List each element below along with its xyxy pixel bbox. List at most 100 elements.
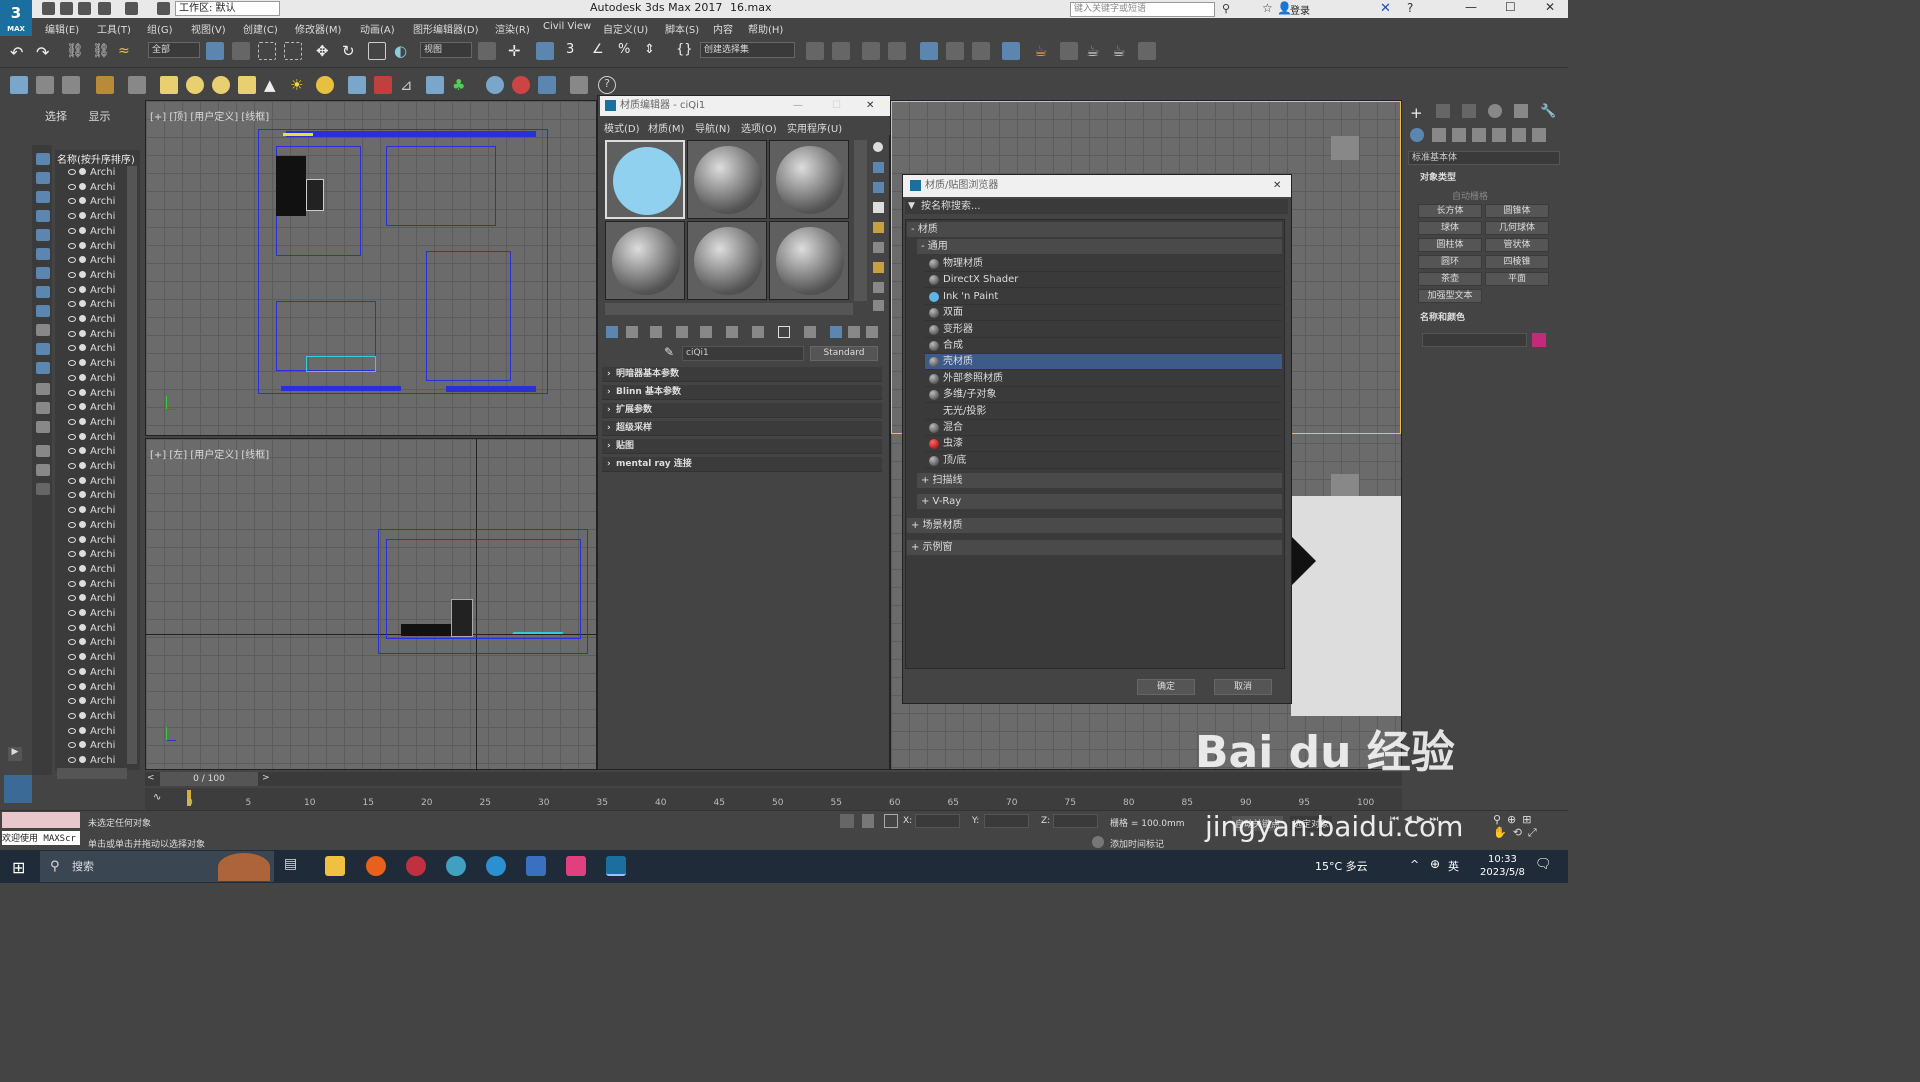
exchange-icon[interactable]: ✕	[1380, 1, 1391, 16]
browser-list-item[interactable]: 顶/底	[925, 453, 1282, 469]
app-icon-3[interactable]	[526, 856, 546, 876]
browser-list-item[interactable]: DirectX Shader	[925, 272, 1282, 289]
firefox-icon[interactable]	[366, 856, 386, 876]
freeze-dot-icon[interactable]	[79, 667, 86, 675]
sample-slot-2[interactable]	[687, 140, 767, 219]
scale-icon[interactable]	[368, 42, 386, 60]
visibility-eye-icon[interactable]	[68, 698, 76, 705]
toggle-ribbon-icon[interactable]	[888, 42, 906, 60]
add-time-tag[interactable]: 添加时间标记	[1110, 837, 1164, 850]
browser-list-item[interactable]: 外部参照材质	[925, 371, 1282, 387]
geometry-icon[interactable]	[1410, 128, 1424, 142]
visibility-eye-icon[interactable]	[68, 286, 76, 293]
freeze-dot-icon[interactable]	[79, 506, 86, 514]
render-production-icon[interactable]: ☕	[1086, 42, 1104, 60]
time-next-icon[interactable]: >	[262, 773, 270, 783]
z-coordinate-field[interactable]	[1053, 814, 1098, 828]
rollout-supersampling[interactable]: 超级采样	[602, 421, 882, 436]
browser-list-item[interactable]: 壳材质	[925, 354, 1282, 371]
window-crossing-icon[interactable]	[284, 42, 302, 60]
cancel-button[interactable]: 取消	[1214, 679, 1272, 695]
filter-shapes-icon[interactable]	[36, 172, 50, 184]
visibility-eye-icon[interactable]	[68, 242, 76, 249]
pivot-center-icon[interactable]	[478, 42, 496, 60]
me-menu-modes[interactable]: 模式(D)	[604, 120, 640, 135]
systems-icon[interactable]	[1532, 128, 1546, 142]
menu-customize[interactable]: 自定义(U)	[603, 21, 648, 36]
backlight-icon[interactable]	[873, 162, 884, 173]
visibility-eye-icon[interactable]	[68, 712, 76, 719]
visibility-eye-icon[interactable]	[68, 727, 76, 734]
filter-helpers-icon[interactable]	[36, 229, 50, 241]
freeze-dot-icon[interactable]	[79, 300, 86, 308]
background-icon[interactable]	[873, 182, 884, 193]
go-forward-sibling-icon[interactable]	[848, 326, 860, 338]
material-id-icon[interactable]	[752, 326, 764, 338]
maxscript-mini-listener[interactable]: 欢迎使用 MAXScr	[2, 831, 80, 845]
vray-fur-icon[interactable]	[374, 76, 392, 94]
viewport-left[interactable]	[145, 438, 598, 771]
freeze-dot-icon[interactable]	[79, 535, 86, 543]
menu-view[interactable]: 视图(V)	[191, 21, 226, 36]
bind-space-warp-icon[interactable]: ≈	[118, 43, 136, 61]
visibility-eye-icon[interactable]	[68, 668, 76, 675]
freeze-dot-icon[interactable]	[79, 682, 86, 690]
slot-hscrollbar[interactable]	[605, 303, 853, 315]
ime-indicator[interactable]: 英	[1448, 858, 1459, 874]
filter-all-icon[interactable]	[36, 383, 50, 395]
rendered-frame-icon[interactable]	[1060, 42, 1078, 60]
section-object-type[interactable]: 对象类型	[1408, 171, 1560, 185]
object-name-field[interactable]	[1422, 333, 1527, 347]
visibility-eye-icon[interactable]	[68, 463, 76, 469]
torus-button[interactable]: 圆环	[1418, 255, 1482, 269]
freeze-dot-icon[interactable]	[79, 756, 86, 763]
vray-dome-light-icon[interactable]	[186, 76, 204, 94]
filter-frozen-icon[interactable]	[36, 343, 50, 355]
filter-groups-icon[interactable]	[36, 267, 50, 279]
browser-list-item[interactable]: 混合	[925, 420, 1282, 436]
selection-lock-icon[interactable]	[862, 814, 874, 828]
helpers-icon[interactable]	[1492, 128, 1506, 142]
weather-widget[interactable]: 15°C 多云	[1315, 858, 1368, 874]
filter-hidden-icon[interactable]	[36, 362, 50, 374]
vray-proxy-icon[interactable]	[348, 76, 366, 94]
visibility-eye-icon[interactable]	[68, 330, 76, 337]
render-setup-icon[interactable]: ☕	[1034, 42, 1052, 60]
freeze-dot-icon[interactable]	[79, 241, 86, 249]
maximize-icon[interactable]: ☐	[1505, 0, 1516, 14]
edit-named-sets-icon[interactable]: {}	[676, 42, 694, 60]
geosphere-button[interactable]: 几何球体	[1485, 221, 1549, 235]
pick-from-object-icon[interactable]	[866, 326, 878, 338]
save-file-icon[interactable]	[78, 2, 91, 15]
vray-clipper-icon[interactable]: ♣	[452, 76, 470, 94]
visibility-eye-icon[interactable]	[68, 565, 76, 572]
vray-sphere-icon[interactable]	[486, 76, 504, 94]
visibility-eye-icon[interactable]	[68, 507, 76, 514]
visibility-eye-icon[interactable]	[68, 492, 76, 499]
browser-search-input[interactable]: ▼ 按名称搜索...	[905, 199, 1288, 214]
cameras-icon[interactable]	[1472, 128, 1486, 142]
rollout-mental-ray[interactable]: mental ray 连接	[602, 457, 882, 472]
lock-icon[interactable]	[36, 483, 50, 495]
me-menu-utilities[interactable]: 实用程序(U)	[787, 120, 842, 135]
vray-plane-icon[interactable]: ⊿	[400, 76, 418, 94]
spinner-snap-icon[interactable]: ⇕	[644, 42, 662, 60]
visibility-eye-icon[interactable]	[68, 654, 76, 661]
group-general[interactable]: - 通用	[917, 239, 1282, 254]
sample-slot-3[interactable]	[769, 140, 849, 219]
filter-containers-icon[interactable]	[36, 324, 50, 336]
freeze-dot-icon[interactable]	[79, 344, 86, 352]
tray-chevron-icon[interactable]: ^	[1410, 858, 1419, 871]
taskbar-clock[interactable]: 10:33 2023/5/8	[1480, 853, 1525, 879]
sample-slot-1[interactable]	[605, 140, 685, 219]
app-icon-2[interactable]	[446, 856, 466, 876]
menu-animation[interactable]: 动画(A)	[360, 21, 395, 36]
3dsmax-taskbar-icon[interactable]	[606, 856, 626, 876]
go-to-parent-icon[interactable]	[830, 326, 842, 338]
select-manipulate-icon[interactable]: ✛	[508, 42, 526, 60]
space-warps-icon[interactable]	[1512, 128, 1526, 142]
new-file-icon[interactable]	[42, 2, 55, 15]
filter-cameras-icon[interactable]	[36, 210, 50, 222]
lights-icon[interactable]	[1452, 128, 1466, 142]
filter-geometry-icon[interactable]	[36, 153, 50, 165]
